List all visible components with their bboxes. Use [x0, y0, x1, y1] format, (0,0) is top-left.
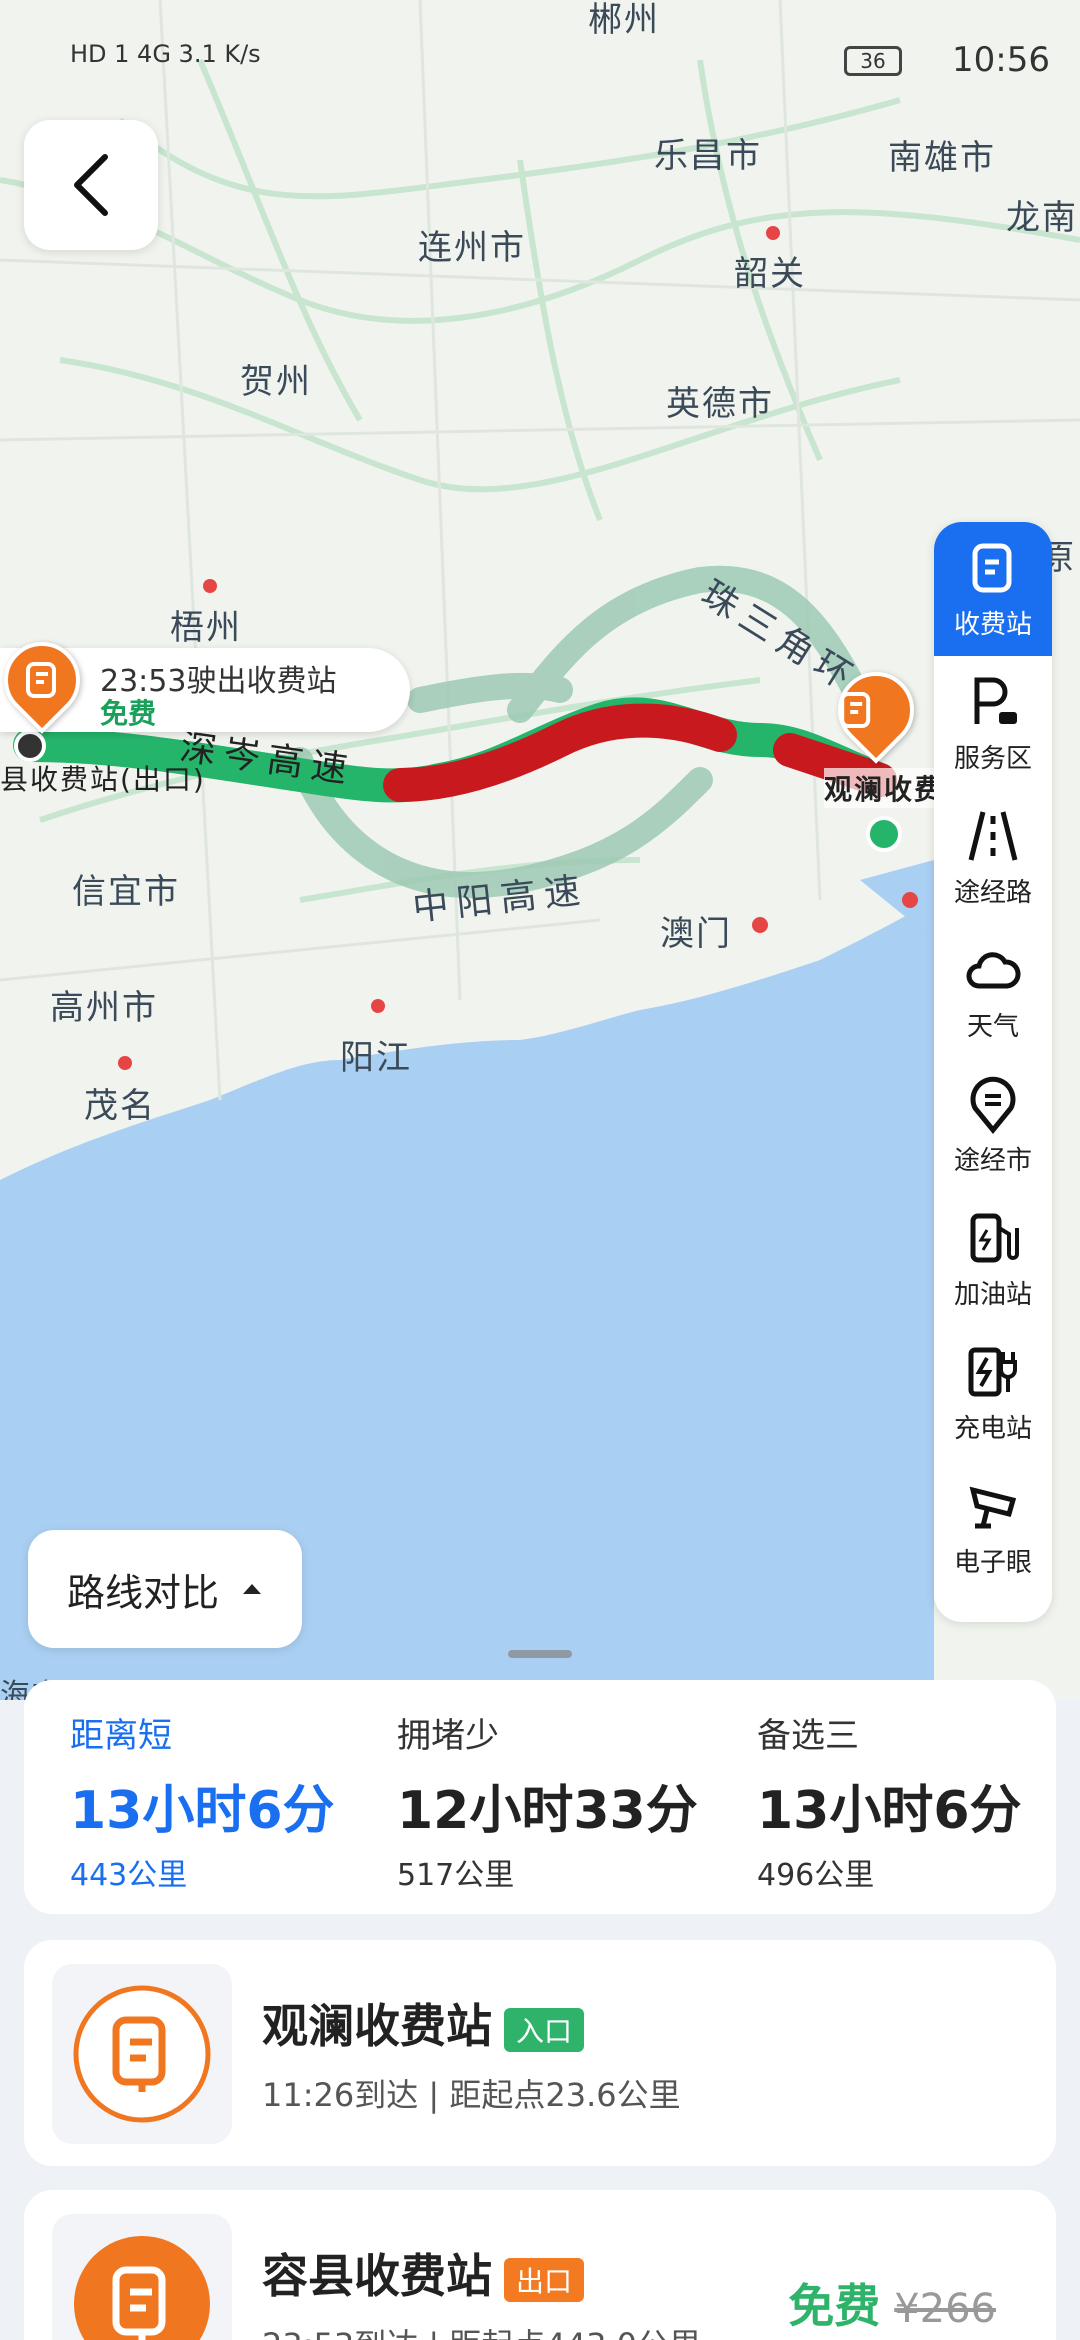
- gas-station-icon: [970, 1213, 1019, 1262]
- route-compare-button[interactable]: 路线对比: [28, 1530, 302, 1648]
- station-name-text: 观澜收费站: [262, 1999, 492, 2053]
- toolbar-item-toll[interactable]: 收费站: [934, 522, 1052, 656]
- route-options-card: 距离短 13小时6分 443公里 拥堵少 12小时33分 517公里 备选三 1…: [24, 1680, 1056, 1914]
- station-icon-box: [52, 1964, 232, 2144]
- clock: 10:56: [952, 40, 1050, 80]
- route-name: 备选三: [757, 1716, 859, 1756]
- station-icon-box: [52, 2214, 232, 2340]
- route-name: 距离短: [70, 1716, 172, 1756]
- back-button[interactable]: [24, 120, 158, 250]
- city-label: 连州市: [418, 228, 526, 268]
- toolbar-item-weather[interactable]: 天气: [934, 924, 1052, 1058]
- station-name: 容县收费站 出口: [262, 2240, 585, 2306]
- station-info: 23:53到达 | 距起点443.0公里: [262, 2320, 701, 2340]
- toolbar-item-charging-station[interactable]: 充电站: [934, 1326, 1052, 1460]
- network-indicators: HD 1 4G 3.1 K/s: [70, 40, 261, 68]
- toolbar-item-camera[interactable]: 电子眼: [934, 1460, 1052, 1594]
- callout-fee: 免费: [100, 697, 157, 730]
- chevron-left-icon: [74, 154, 108, 216]
- end-toll-callout[interactable]: 23:53驶出收费站 免费: [0, 626, 410, 734]
- original-fee: ¥266: [894, 2286, 996, 2332]
- route-option-alternative-three[interactable]: 备选三 13小时6分 496公里: [757, 1680, 1080, 1914]
- toolbar-label: 服务区: [953, 743, 1032, 774]
- compare-label: 路线对比: [66, 1570, 219, 1615]
- toll-icon: [74, 2236, 210, 2340]
- city-label: 南雄市: [888, 138, 996, 178]
- route-duration: 12小时33分: [397, 1781, 698, 1841]
- end-point-label: 县收费站(出口): [0, 763, 206, 796]
- map-layer-toolbar: 收费站 服务区 途经路 天气 途经市 加油站 充电站 电子眼: [934, 522, 1052, 1622]
- exit-badge: 出口: [504, 2257, 585, 2302]
- route-distance: 443公里: [70, 1858, 188, 1893]
- toolbar-label: 途经市: [953, 1145, 1032, 1176]
- city-label: 阳江: [340, 1038, 412, 1078]
- route-distance: 496公里: [757, 1858, 875, 1893]
- toll-icon: [972, 543, 1012, 592]
- service-area-icon: [974, 677, 1017, 724]
- route-name: 拥堵少: [397, 1716, 499, 1756]
- city-label: 茂名: [84, 1086, 156, 1126]
- camera-icon: [969, 1486, 1017, 1528]
- toll-icon: [840, 692, 871, 728]
- map-canvas: [0, 0, 1080, 1700]
- city-label: 梧州: [170, 608, 242, 648]
- city-label: 高州市: [50, 988, 158, 1028]
- toll-icon: [25, 662, 56, 698]
- city-pin-icon: [970, 1076, 1016, 1134]
- fee-free-label: 免费: [788, 2279, 881, 2333]
- entry-badge: 入口: [504, 2007, 585, 2052]
- route-option-less-congestion[interactable]: 拥堵少 12小时33分 517公里: [397, 1680, 737, 1914]
- toll-fee: 免费 ¥266: [788, 2270, 996, 2336]
- toolbar-label: 收费站: [953, 609, 1032, 640]
- toll-station-entry-card[interactable]: 观澜收费站 入口 11:26到达 | 距起点23.6公里: [24, 1940, 1056, 2166]
- road-icon: [968, 810, 1018, 861]
- city-label: 澳门: [660, 914, 732, 954]
- city-label: 乐昌市: [654, 136, 762, 176]
- route-duration: 13小时6分: [757, 1781, 1022, 1841]
- station-name-text: 容县收费站: [262, 2249, 492, 2303]
- route-option-shortest[interactable]: 距离短 13小时6分 443公里: [70, 1680, 410, 1914]
- toolbar-item-gas-station[interactable]: 加油站: [934, 1192, 1052, 1326]
- toolbar-item-via-city[interactable]: 途经市: [934, 1058, 1052, 1192]
- station-info: 11:26到达 | 距起点23.6公里: [262, 2076, 681, 2114]
- station-name: 观澜收费站 入口: [262, 1990, 585, 2056]
- cloud-icon: [966, 951, 1021, 988]
- toolbar-item-via-road[interactable]: 途经路: [934, 790, 1052, 924]
- toolbar-label: 加油站: [953, 1279, 1032, 1310]
- city-label: 贺州: [240, 362, 312, 402]
- toolbar-label: 途经路: [953, 877, 1032, 908]
- toolbar-label: 充电站: [953, 1413, 1032, 1444]
- toll-icon: [73, 1985, 211, 2123]
- city-label: 信宜市: [72, 872, 180, 912]
- status-bar: HD 1 4G 3.1 K/s 36 10:56: [0, 0, 1080, 120]
- sheet-drag-handle[interactable]: [508, 1650, 572, 1658]
- battery-icon: 36: [844, 46, 902, 76]
- city-label: 龙南: [1006, 198, 1078, 238]
- charging-station-icon: [968, 1347, 1017, 1396]
- toolbar-item-service-area[interactable]: 服务区: [934, 656, 1052, 790]
- city-label: 英德市: [666, 384, 774, 424]
- toolbar-label: 电子眼: [953, 1547, 1032, 1578]
- route-distance: 517公里: [397, 1858, 515, 1893]
- start-point-label: 观澜收费: [824, 768, 945, 808]
- toolbar-label: 天气: [966, 1011, 1019, 1042]
- toll-station-exit-card[interactable]: 容县收费站出口 免费 ¥266 23:53到达 | 距起点443.0公里: [24, 2190, 1056, 2340]
- caret-up-icon: [243, 1584, 261, 1594]
- city-label: 韶关: [734, 254, 806, 294]
- map-view[interactable]: 郴州 乐昌市 南雄市 龙南 连州市 韶关 贺州 英德市 原 梧州 信宜市 高州市…: [0, 0, 1080, 1700]
- route-duration: 13小时6分: [70, 1781, 335, 1841]
